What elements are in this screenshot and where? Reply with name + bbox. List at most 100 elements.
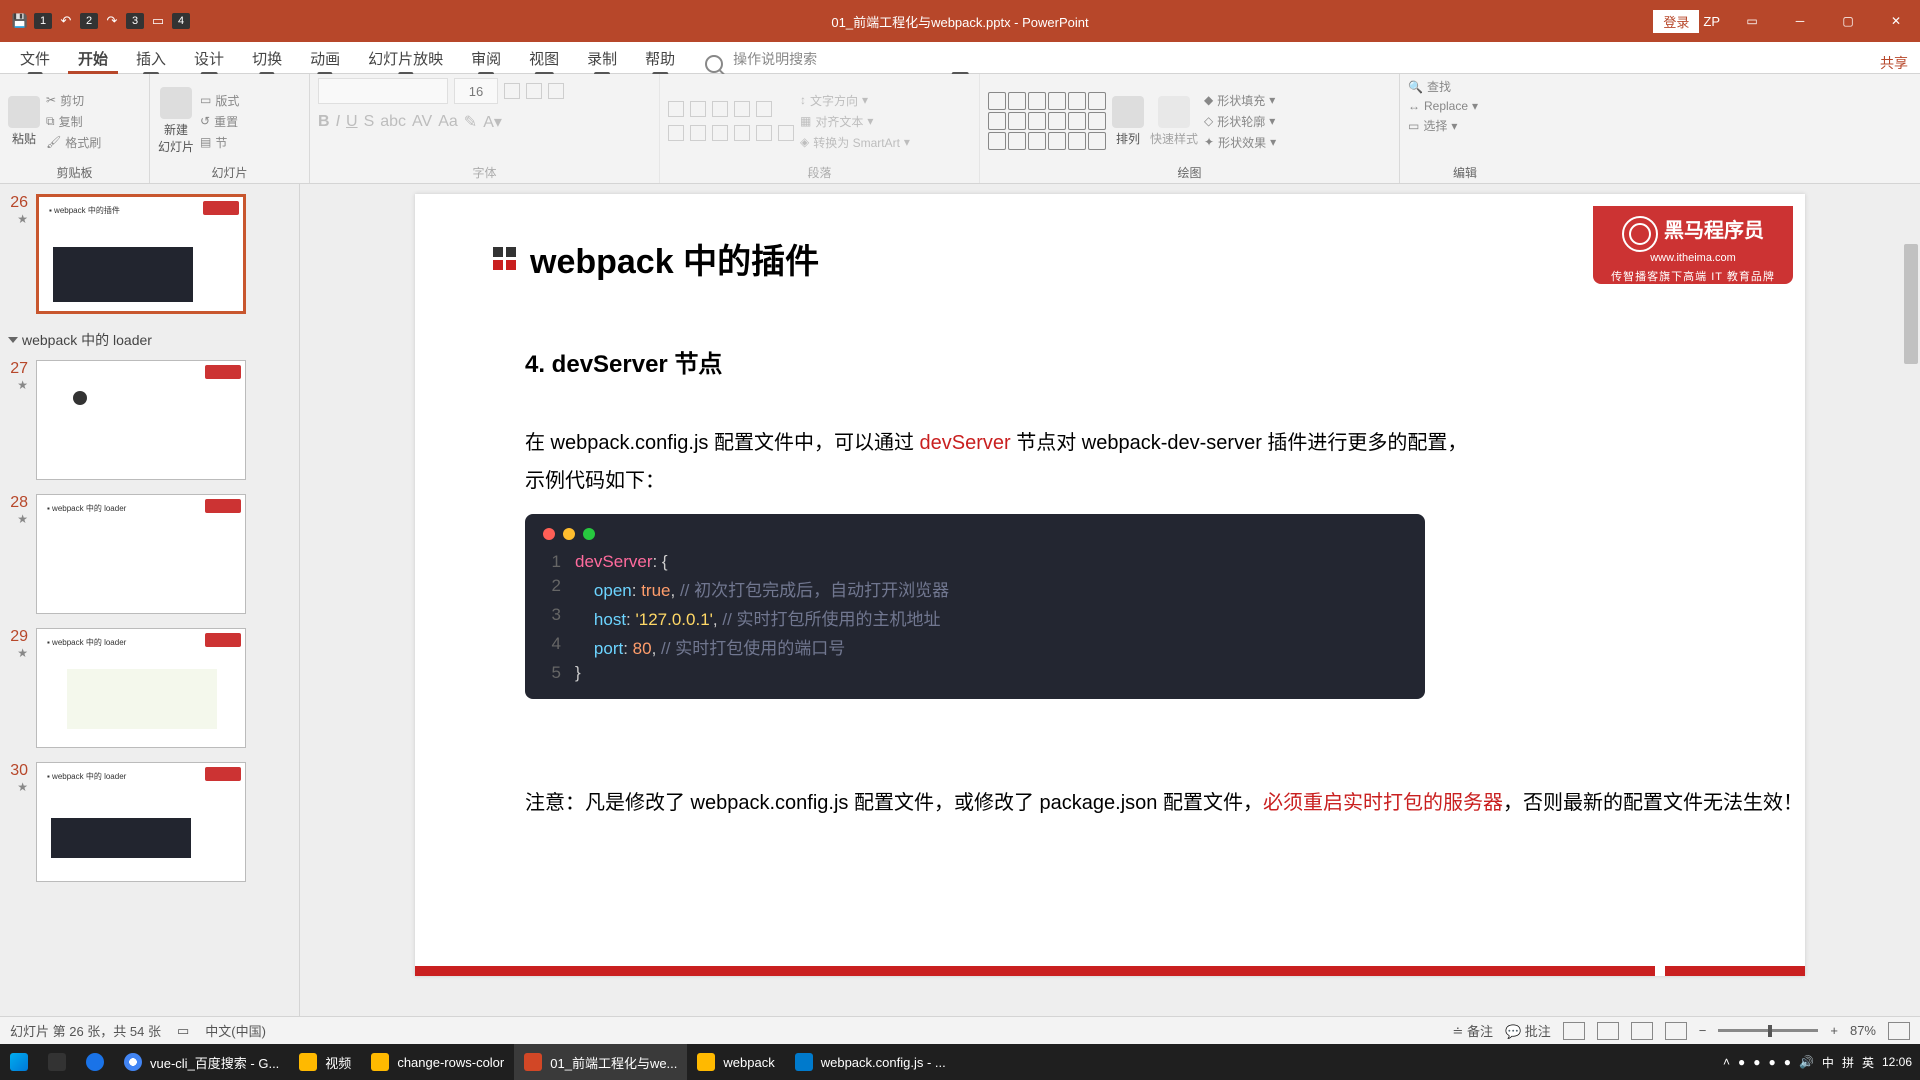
shape-effects-button[interactable]: ✦ 形状效果 ▾ [1204, 134, 1276, 151]
taskbar-folder-2[interactable]: change-rows-color [361, 1044, 514, 1080]
spellcheck-icon[interactable]: ▭ [177, 1023, 189, 1039]
line-spacing-icon[interactable] [756, 101, 772, 117]
zoom-out-button[interactable]: − [1699, 1023, 1707, 1038]
font-color-button[interactable]: A▾ [483, 112, 502, 132]
tab-record[interactable]: 录制C [573, 44, 631, 73]
bold-button[interactable]: B [318, 113, 330, 131]
tray-icon[interactable]: ● [1738, 1055, 1745, 1069]
align-left-icon[interactable] [668, 125, 684, 141]
reading-view-icon[interactable] [1631, 1022, 1653, 1040]
slide-thumbnail-28[interactable]: ▪ webpack 中的 loader [36, 494, 246, 614]
fit-window-icon[interactable] [1888, 1022, 1910, 1040]
close-button[interactable]: ✕ [1872, 0, 1920, 42]
language-status[interactable]: 中文(中国) [205, 1021, 266, 1040]
underline-button[interactable]: U [346, 113, 358, 131]
share-button[interactable]: 共享ZS [1880, 53, 1908, 73]
taskbar-folder-3[interactable]: webpack [687, 1044, 784, 1080]
taskbar-edge[interactable] [76, 1044, 114, 1080]
tray-icon[interactable]: ● [1753, 1055, 1760, 1069]
tab-animation[interactable]: 动画A [296, 44, 354, 73]
grow-font-icon[interactable] [504, 83, 520, 99]
login-button[interactable]: 登录 [1653, 10, 1699, 33]
highlight-button[interactable]: ✎ [464, 112, 477, 132]
copy-button[interactable]: ⧉ 复制 [46, 113, 101, 130]
tab-transition[interactable]: 切换K [238, 44, 296, 73]
new-slide-button[interactable]: 新建 幻灯片 [158, 87, 194, 155]
section-header[interactable]: webpack 中的 loader [0, 324, 299, 356]
tab-insert[interactable]: 插入N [122, 44, 180, 73]
ime-zh[interactable]: 中 [1822, 1054, 1834, 1071]
strikethrough-button[interactable]: S [364, 113, 375, 131]
tab-view[interactable]: 视图W [515, 44, 573, 73]
tray-icon[interactable]: ● [1768, 1055, 1775, 1069]
align-center-icon[interactable] [690, 125, 706, 141]
comments-button[interactable]: 💬 批注 [1505, 1021, 1551, 1040]
clear-format-icon[interactable] [548, 83, 564, 99]
slide-thumbnails-panel[interactable]: 26★ ▪ webpack 中的插件 webpack 中的 loader 27★… [0, 184, 300, 1020]
change-case-button[interactable]: Aa [438, 113, 458, 131]
start-slideshow-icon[interactable]: ▭ [146, 9, 170, 33]
replace-button[interactable]: ↔ Replace ▾ [1408, 99, 1478, 113]
sorter-view-icon[interactable] [1597, 1022, 1619, 1040]
layout-button[interactable]: ▭ 版式 [200, 92, 239, 109]
decrease-indent-icon[interactable] [712, 101, 728, 117]
tray-icon[interactable]: ● [1784, 1055, 1791, 1069]
tab-design[interactable]: 设计G [180, 44, 238, 73]
columns-icon[interactable] [778, 125, 794, 141]
ime-pin[interactable]: 拼 [1842, 1054, 1854, 1071]
tell-me-input[interactable]: 操作说明搜索Q [733, 45, 817, 73]
justify-icon[interactable] [734, 125, 750, 141]
tab-home[interactable]: 开始H [64, 44, 122, 73]
normal-view-icon[interactable] [1563, 1022, 1585, 1040]
shape-outline-button[interactable]: ◇ 形状轮廓 ▾ [1204, 113, 1275, 130]
taskbar-powerpoint[interactable]: 01_前端工程化与we... [514, 1044, 687, 1080]
align-text-button[interactable]: ▦ 对齐文本 ▾ [800, 113, 873, 130]
distribute-icon[interactable] [756, 125, 772, 141]
align-right-icon[interactable] [712, 125, 728, 141]
zoom-in-button[interactable]: + [1830, 1023, 1838, 1038]
zoom-slider[interactable] [1718, 1029, 1818, 1032]
font-size-input[interactable] [454, 78, 498, 104]
italic-button[interactable]: I [336, 113, 340, 131]
taskbar-app[interactable] [38, 1044, 76, 1080]
slide-thumbnail-30[interactable]: ▪ webpack 中的 loader [36, 762, 246, 882]
zoom-level[interactable]: 87% [1850, 1023, 1876, 1038]
shadow-button[interactable]: abc [380, 113, 406, 131]
smartart-button[interactable]: ◈ 转换为 SmartArt ▾ [800, 134, 910, 151]
sections-button[interactable]: ▤ 节 [200, 134, 239, 151]
taskbar-folder[interactable]: 视频 [289, 1044, 361, 1080]
maximize-button[interactable]: ▢ [1824, 0, 1872, 42]
bullets-icon[interactable] [668, 101, 684, 117]
undo-icon[interactable]: ↶ [54, 9, 78, 33]
reset-button[interactable]: ↺ 重置 [200, 113, 239, 130]
char-spacing-button[interactable]: AV [412, 113, 432, 131]
minimize-button[interactable]: ─ [1776, 0, 1824, 42]
slide-thumbnail-26[interactable]: ▪ webpack 中的插件 [36, 194, 246, 314]
paste-button[interactable]: 粘贴 [8, 96, 40, 147]
tab-help[interactable]: 帮助Y [631, 44, 689, 73]
slideshow-view-icon[interactable] [1665, 1022, 1687, 1040]
editor-scrollbar[interactable] [1902, 184, 1920, 1020]
slide-editor[interactable]: 黑马程序员 www.itheima.com 传智播客旗下高端 IT 教育品牌 w… [300, 184, 1920, 1020]
slide-thumbnail-29[interactable]: ▪ webpack 中的 loader [36, 628, 246, 748]
notes-button[interactable]: ≐ 备注 [1452, 1021, 1493, 1040]
start-button[interactable] [0, 1044, 38, 1080]
slide-thumbnail-27[interactable] [36, 360, 246, 480]
redo-icon[interactable]: ↷ [100, 9, 124, 33]
ribbon-display-icon[interactable]: ▭ [1728, 0, 1776, 42]
taskbar-chrome[interactable]: vue-cli_百度搜索 - G... [114, 1044, 289, 1080]
select-button[interactable]: ▭ 选择 ▾ [1408, 117, 1457, 134]
tab-review[interactable]: 审阅R [457, 44, 515, 73]
numbering-icon[interactable] [690, 101, 706, 117]
arrange-button[interactable]: 排列 [1112, 96, 1144, 147]
volume-icon[interactable]: 🔊 [1799, 1055, 1814, 1069]
format-painter-button[interactable]: 🖌 格式刷 [46, 134, 101, 151]
clock[interactable]: 12:06 [1882, 1055, 1912, 1069]
increase-indent-icon[interactable] [734, 101, 750, 117]
text-direction-button[interactable]: ↕ 文字方向 ▾ [800, 92, 868, 109]
tray-chevron-icon[interactable]: ˄ [1723, 1055, 1730, 1069]
ime-en[interactable]: 英 [1862, 1054, 1874, 1071]
quick-styles-button[interactable]: 快速样式 [1150, 96, 1198, 147]
shape-fill-button[interactable]: ◆ 形状填充 ▾ [1204, 92, 1275, 109]
save-icon[interactable]: 💾 [8, 9, 32, 33]
